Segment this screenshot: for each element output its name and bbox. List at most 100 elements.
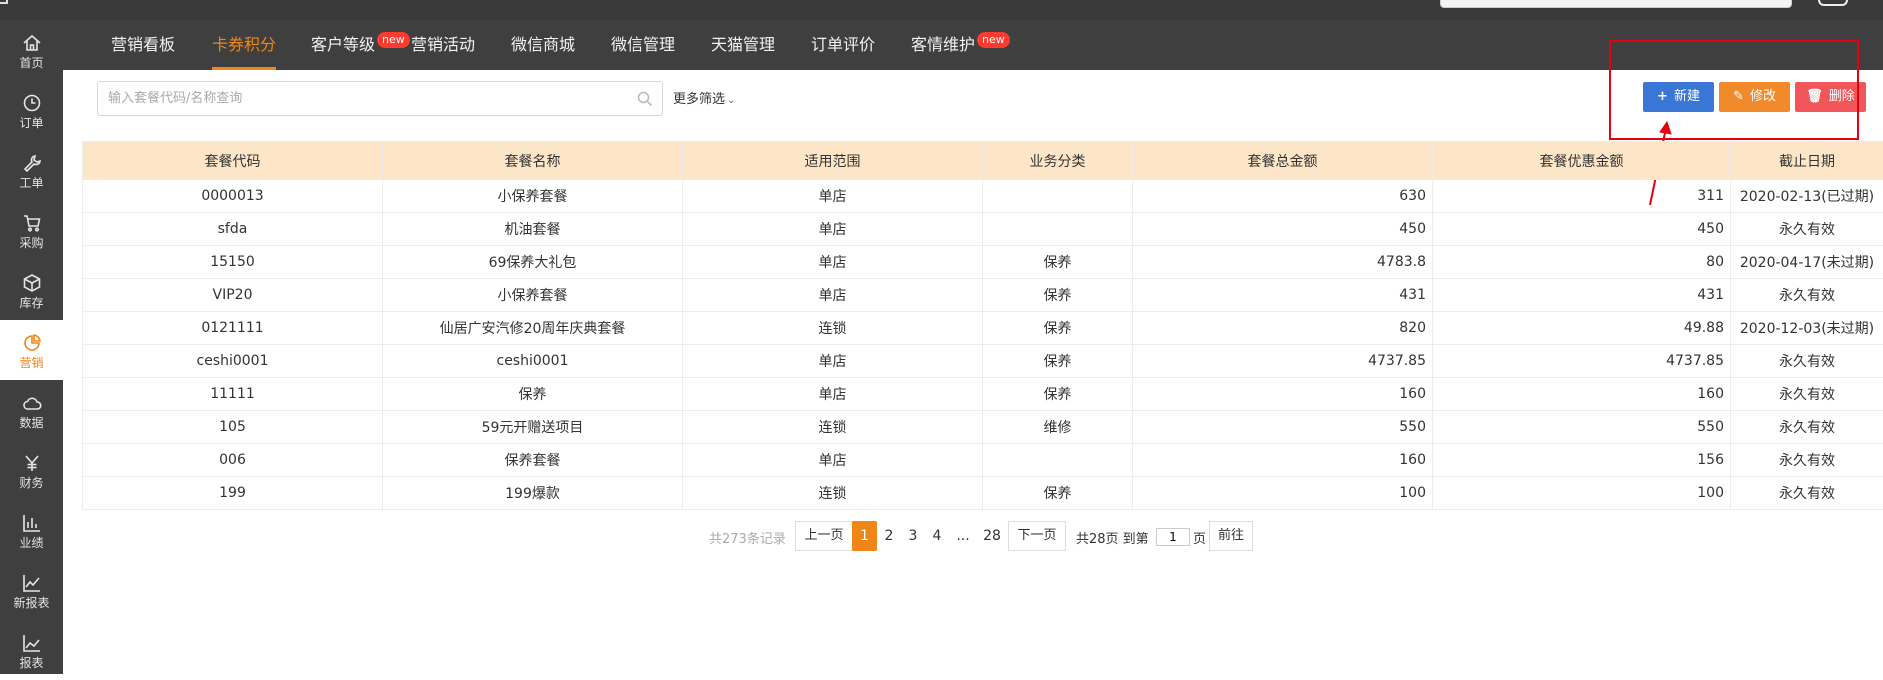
sidebar-item-label: 首页 bbox=[0, 56, 63, 70]
page-number[interactable]: 2 bbox=[879, 521, 899, 551]
business-category: 保养 bbox=[983, 246, 1133, 279]
package-name: 小保养套餐 bbox=[383, 180, 683, 213]
sidebar-item-orders[interactable]: 订单 bbox=[0, 80, 63, 140]
business-category bbox=[983, 444, 1133, 477]
scope: 单店 bbox=[683, 279, 983, 312]
package-name: 69保养大礼包 bbox=[383, 246, 683, 279]
new-button-label: 新建 bbox=[1674, 89, 1700, 104]
column-header[interactable]: 套餐代码 bbox=[83, 142, 383, 180]
table-row[interactable]: 11111 保养 单店 保养 160 160 永久有效 bbox=[83, 378, 1883, 411]
tab-wechat-mall[interactable]: 微信商城 bbox=[511, 20, 575, 70]
expiry-date: 永久有效 bbox=[1731, 411, 1883, 444]
more-filter-label: 更多筛选 bbox=[673, 92, 725, 107]
tab-customer-care[interactable]: 客情维护 bbox=[911, 20, 975, 70]
prev-page-button[interactable]: 上一页 bbox=[795, 521, 853, 551]
search-input[interactable] bbox=[98, 82, 618, 115]
table-row[interactable]: 006 保养套餐 单店 160 156 永久有效 bbox=[83, 444, 1883, 477]
tab-tmall-management[interactable]: 天猫管理 bbox=[711, 20, 775, 70]
cart-icon bbox=[21, 212, 43, 234]
home-icon bbox=[21, 32, 43, 54]
delete-button[interactable]: 🗑删除 bbox=[1795, 82, 1866, 112]
tab-order-review[interactable]: 订单评价 bbox=[811, 20, 875, 70]
sidebar-item-marketing[interactable]: 营销 bbox=[0, 320, 63, 380]
sidebar-item-workorder[interactable]: 工单 bbox=[0, 140, 63, 200]
page-number-current[interactable]: 1 bbox=[852, 521, 877, 551]
package-name: 保养套餐 bbox=[383, 444, 683, 477]
table-row[interactable]: 199 199爆款 连锁 保养 100 100 永久有效 bbox=[83, 477, 1883, 510]
column-header[interactable]: 套餐优惠金额 bbox=[1433, 142, 1731, 180]
page-number[interactable]: 28 bbox=[980, 521, 1004, 551]
sidebar-item-performance[interactable]: 业绩 bbox=[0, 500, 63, 560]
trash-icon: 🗑 bbox=[1806, 89, 1823, 104]
package-code-link[interactable]: VIP20 bbox=[83, 279, 383, 312]
global-search-input[interactable] bbox=[1440, 0, 1792, 8]
discount-amount: 80 bbox=[1433, 246, 1731, 279]
discount-amount: 156 bbox=[1433, 444, 1731, 477]
package-code-link[interactable]: 199 bbox=[83, 477, 383, 510]
package-name: 小保养套餐 bbox=[383, 279, 683, 312]
sidebar-item-new-report[interactable]: 新报表 bbox=[0, 560, 63, 620]
total-amount: 4783.8 bbox=[1133, 246, 1433, 279]
search-icon[interactable] bbox=[636, 90, 654, 108]
sidebar-item-finance[interactable]: 财务 bbox=[0, 440, 63, 500]
total-amount: 820 bbox=[1133, 312, 1433, 345]
sidebar-item-purchase[interactable]: 采购 bbox=[0, 200, 63, 260]
column-header[interactable]: 截止日期 bbox=[1731, 142, 1883, 180]
sidebar-item-report[interactable]: 报表 bbox=[0, 620, 63, 680]
user-avatar[interactable] bbox=[1818, 0, 1848, 6]
sidebar-item-home[interactable]: 首页 bbox=[0, 20, 63, 80]
clock-icon bbox=[21, 92, 43, 114]
package-code-link[interactable]: 11111 bbox=[83, 378, 383, 411]
discount-amount: 450 bbox=[1433, 213, 1731, 246]
total-amount: 100 bbox=[1133, 477, 1433, 510]
page-number[interactable]: 4 bbox=[927, 521, 947, 551]
table-row[interactable]: ceshi0001 ceshi0001 单店 保养 4737.85 4737.8… bbox=[83, 345, 1883, 378]
pencil-icon: ✎ bbox=[1733, 89, 1744, 104]
package-code-link[interactable]: sfda bbox=[83, 213, 383, 246]
table-row[interactable]: 0121111 仙居广安汽修20周年庆典套餐 连锁 保养 820 49.88 2… bbox=[83, 312, 1883, 345]
sidebar-item-data[interactable]: 数据 bbox=[0, 380, 63, 440]
new-badge: new bbox=[977, 32, 1010, 48]
package-code-link[interactable]: ceshi0001 bbox=[83, 345, 383, 378]
business-category: 保养 bbox=[983, 345, 1133, 378]
column-header[interactable]: 适用范围 bbox=[683, 142, 983, 180]
column-header[interactable]: 套餐名称 bbox=[383, 142, 683, 180]
page-unit: 页 bbox=[1193, 528, 1206, 547]
box-icon bbox=[21, 272, 43, 294]
package-code-link[interactable]: 0121111 bbox=[83, 312, 383, 345]
new-button[interactable]: +新建 bbox=[1643, 82, 1714, 112]
report-chart-icon bbox=[21, 632, 43, 654]
package-code-link[interactable]: 006 bbox=[83, 444, 383, 477]
total-records: 共273条记录 bbox=[709, 528, 786, 547]
expiry-date: 2020-12-03(未过期) bbox=[1731, 312, 1883, 345]
tab-wechat-management[interactable]: 微信管理 bbox=[611, 20, 675, 70]
scope: 单店 bbox=[683, 180, 983, 213]
column-header[interactable]: 套餐总金额 bbox=[1133, 142, 1433, 180]
package-code-link[interactable]: 15150 bbox=[83, 246, 383, 279]
tab-customer-level[interactable]: 客户等级 bbox=[311, 20, 375, 70]
table-row[interactable]: VIP20 小保养套餐 单店 保养 431 431 永久有效 bbox=[83, 279, 1883, 312]
page-ellipsis: ... bbox=[952, 521, 974, 551]
go-button[interactable]: 前往 bbox=[1209, 521, 1253, 551]
search-box bbox=[97, 81, 663, 116]
tab-coupons-points[interactable]: 卡券积分 bbox=[212, 20, 276, 70]
business-category: 保养 bbox=[983, 477, 1133, 510]
sidebar-item-inventory[interactable]: 库存 bbox=[0, 260, 63, 320]
total-amount: 550 bbox=[1133, 411, 1433, 444]
table-row[interactable]: 105 59元开赠送项目 连锁 维修 550 550 永久有效 bbox=[83, 411, 1883, 444]
column-header[interactable]: 业务分类 bbox=[983, 142, 1133, 180]
package-code-link[interactable]: 0000013 bbox=[83, 180, 383, 213]
package-code-link[interactable]: 105 bbox=[83, 411, 383, 444]
next-page-button[interactable]: 下一页 bbox=[1008, 521, 1066, 551]
table-row[interactable]: 0000013 小保养套餐 单店 630 311 2020-02-13(已过期) bbox=[83, 180, 1883, 213]
page-number[interactable]: 3 bbox=[903, 521, 923, 551]
wrench-icon bbox=[21, 152, 43, 174]
tab-marketing-activity[interactable]: 营销活动 bbox=[411, 20, 475, 70]
more-filter-dropdown[interactable]: 更多筛选⌄ bbox=[673, 88, 735, 107]
table-row[interactable]: sfda 机油套餐 单店 450 450 永久有效 bbox=[83, 213, 1883, 246]
edit-button[interactable]: ✎修改 bbox=[1719, 82, 1790, 112]
tab-marketing-dashboard[interactable]: 营销看板 bbox=[111, 20, 175, 70]
package-name: 机油套餐 bbox=[383, 213, 683, 246]
table-row[interactable]: 15150 69保养大礼包 单店 保养 4783.8 80 2020-04-17… bbox=[83, 246, 1883, 279]
goto-page-input[interactable] bbox=[1156, 528, 1190, 546]
